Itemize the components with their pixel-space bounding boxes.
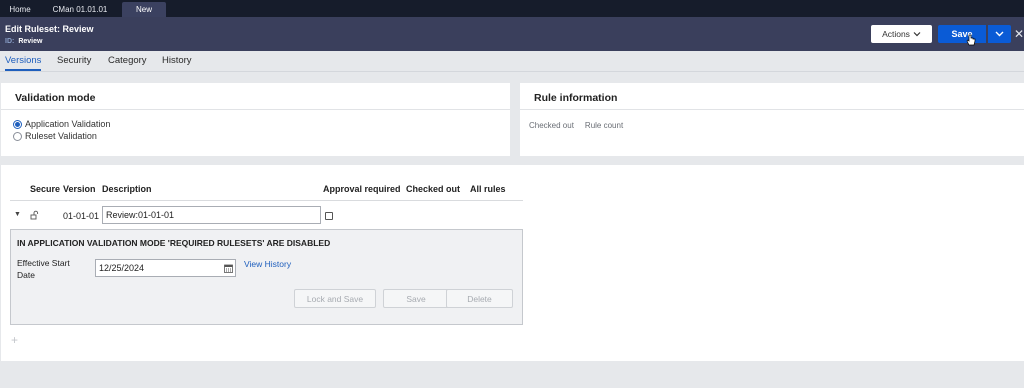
delete-button[interactable]: Delete <box>446 289 513 308</box>
browser-tab-strip: Home CMan 01.01.01 New <box>0 0 1024 17</box>
rule-tabs: Versions Security Category History <box>0 51 1024 72</box>
tab-security[interactable]: Security <box>57 55 91 66</box>
tab-home[interactable]: Home <box>0 2 40 17</box>
close-icon[interactable]: ✕ <box>1014 26 1024 42</box>
rule-information-title: Rule information <box>534 92 618 104</box>
header-divider <box>10 200 523 201</box>
radio-label: Application Validation <box>25 119 111 129</box>
actions-button[interactable]: Actions <box>871 25 932 43</box>
radio-unselected-icon[interactable] <box>13 131 22 141</box>
actions-label: Actions <box>882 29 910 39</box>
lock-and-save-button[interactable]: Lock and Save <box>294 289 376 308</box>
col-header-version: Version <box>63 184 96 194</box>
id-value: Review <box>18 38 43 45</box>
col-header-secure: Secure <box>30 184 61 194</box>
divider <box>520 109 1024 110</box>
col-header-checked-out: Checked out <box>406 184 461 194</box>
expand-collapse-icon[interactable]: ▼ <box>14 211 21 218</box>
hand-cursor-icon <box>966 34 976 46</box>
chevron-down-icon <box>995 31 1004 37</box>
chevron-down-icon <box>913 32 921 37</box>
effective-start-date-label: Effective Start Date <box>17 258 70 280</box>
divider <box>1 109 510 110</box>
version-value: 01-01-01 <box>63 211 100 221</box>
title-text: Ruleset: Review <box>24 24 94 34</box>
validation-warning: IN APPLICATION VALIDATION MODE 'REQUIRED… <box>17 238 331 248</box>
detail-save-button[interactable]: Save <box>383 289 449 308</box>
tab-new[interactable]: New <box>122 2 166 17</box>
rule-header: Edit Ruleset: Review ID: Review Actions S… <box>0 17 1024 51</box>
description-input[interactable] <box>102 206 321 224</box>
id-label: ID: <box>5 38 15 45</box>
title-prefix: Edit <box>5 24 22 34</box>
validation-mode-title: Validation mode <box>15 92 96 104</box>
col-header-approval-required: Approval required <box>323 184 401 194</box>
tab-versions[interactable]: Versions <box>5 55 42 71</box>
page-title: Edit Ruleset: Review <box>5 24 94 34</box>
version-detail: IN APPLICATION VALIDATION MODE 'REQUIRED… <box>10 229 523 325</box>
add-version-icon[interactable]: + <box>11 333 18 347</box>
col-header-description: Description <box>102 184 152 194</box>
validation-mode-panel: Validation mode Application Validation R… <box>1 83 510 156</box>
radio-ruleset-validation[interactable]: Ruleset Validation <box>13 131 97 141</box>
col-header-all-rules: All rules <box>470 184 506 194</box>
checked-out-label: Checked out <box>529 121 574 130</box>
save-button[interactable]: Save <box>938 25 986 43</box>
radio-selected-icon[interactable] <box>13 119 22 129</box>
calendar-icon[interactable] <box>224 264 233 273</box>
rule-id: ID: Review <box>5 38 42 45</box>
tab-cman[interactable]: CMan 01.01.01 <box>46 2 114 17</box>
unlock-icon[interactable] <box>30 210 40 220</box>
radio-label: Ruleset Validation <box>25 131 97 141</box>
view-history-link[interactable]: View History <box>244 259 291 269</box>
tab-category[interactable]: Category <box>108 55 147 66</box>
rule-count-label: Rule count <box>584 121 624 130</box>
rule-information-panel: Rule information Checked out Rule count <box>520 83 1024 156</box>
approval-required-checkbox[interactable] <box>325 212 333 220</box>
rule-info-labels: Checked out Rule count <box>529 121 623 130</box>
effective-start-date-input[interactable] <box>95 259 236 277</box>
tab-history[interactable]: History <box>162 55 192 66</box>
radio-application-validation[interactable]: Application Validation <box>13 119 110 129</box>
save-options-button[interactable] <box>988 25 1011 43</box>
